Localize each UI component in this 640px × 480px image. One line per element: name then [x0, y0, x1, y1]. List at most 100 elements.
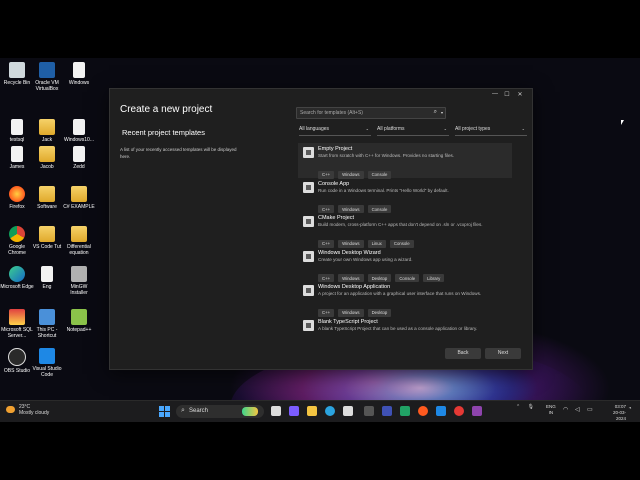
template-windows-desktop-wizard[interactable]: Windows Desktop Wizard Create your own W…	[298, 247, 512, 282]
project-type-filter[interactable]: All project types ⌄	[455, 126, 527, 136]
folder-icon	[71, 226, 87, 242]
spreadsheet-icon[interactable]	[400, 406, 410, 416]
next-button[interactable]: Next	[485, 348, 521, 359]
template-console-app[interactable]: Console App Run code in a Windows termin…	[298, 178, 512, 213]
cpp-project-icon	[303, 147, 314, 158]
desktop-wizard-icon	[303, 250, 314, 262]
typescript-icon	[303, 319, 314, 331]
task-view-icon[interactable]	[271, 406, 281, 416]
recent-templates-heading: Recent project templates	[122, 128, 205, 137]
chevron-down-icon: ⌄	[521, 126, 525, 131]
template-cmake-project[interactable]: CMake Project Build modern, cross-platfo…	[298, 212, 512, 248]
create-project-dialog: — ☐ ✕ Create a new project Recent projec…	[109, 88, 533, 370]
desktop-icon-recycle-bin[interactable]: Recycle Bin	[0, 62, 34, 86]
computer-icon	[39, 309, 55, 325]
visual-studio-icon[interactable]	[472, 406, 482, 416]
desktop-icon-windows10[interactable]: Windows10...	[62, 119, 96, 143]
volume-icon[interactable]: ◁	[575, 406, 580, 413]
vscode-icon	[39, 348, 55, 364]
desktop-icon-differential-equation[interactable]: Differential equation	[62, 226, 96, 256]
folder-icon	[39, 119, 55, 135]
sql-server-icon	[9, 309, 25, 325]
desktop-icon-virtualbox[interactable]: Oracle VM VirtualBox	[30, 62, 64, 92]
battery-icon[interactable]: ▭	[587, 406, 593, 413]
vscode-icon[interactable]	[436, 406, 446, 416]
desktop-icon-edge[interactable]: Microsoft Edge	[0, 266, 34, 290]
mouse-cursor	[621, 120, 624, 125]
console-app-icon	[303, 181, 314, 193]
search-icon[interactable]: ⌕	[434, 109, 437, 116]
desktop-icon-vscode-tut[interactable]: VS Code Tut	[30, 226, 64, 250]
template-blank-typescript-project[interactable]: Blank TypeScript Project A blank TypeScr…	[298, 316, 512, 338]
desktop-icon-windows[interactable]: Windows	[62, 62, 96, 86]
edge-icon[interactable]	[325, 406, 335, 416]
clock[interactable]: 03:07 20-03-2024	[604, 404, 626, 422]
installer-icon	[71, 266, 87, 282]
desktop-icon-chrome[interactable]: Google Chrome	[0, 226, 34, 256]
desktop-icon-sql-server[interactable]: Microsoft SQL Server...	[0, 309, 34, 339]
desktop-icon-notepadpp[interactable]: Notepad++	[62, 309, 96, 333]
desktop-icon-eng[interactable]: Eng	[30, 266, 64, 290]
chrome-icon[interactable]	[454, 406, 464, 416]
app-icon[interactable]	[364, 406, 374, 416]
folder-icon	[39, 186, 55, 202]
cloud-icon	[6, 406, 15, 413]
search-highlight-icon	[242, 407, 258, 416]
recycle-bin-icon	[9, 62, 25, 78]
back-button[interactable]: Back	[445, 348, 481, 359]
desktop-icon-zedd[interactable]: Zedd	[62, 146, 96, 170]
chrome-icon	[9, 226, 25, 242]
chevron-down-icon[interactable]: ▾	[441, 110, 443, 115]
chevron-down-icon: ⌄	[365, 126, 369, 131]
template-empty-project[interactable]: Empty Project Start from scratch with C+…	[298, 143, 512, 179]
notification-icon[interactable]: ◔	[628, 406, 632, 412]
firefox-icon	[9, 186, 25, 202]
obs-icon	[8, 348, 26, 366]
microphone-icon[interactable]: 🎙	[528, 404, 534, 410]
notepadpp-icon	[71, 309, 87, 325]
language-indicator[interactable]: ENG IN	[546, 404, 556, 416]
platform-filter[interactable]: All platforms ⌄	[377, 126, 449, 136]
template-windows-desktop-application[interactable]: Windows Desktop Application A project fo…	[298, 281, 512, 317]
folder-icon	[71, 186, 87, 202]
wifi-icon[interactable]: ◠	[563, 406, 568, 413]
start-button[interactable]	[159, 406, 170, 417]
search-icon: ⌕	[181, 407, 185, 414]
desktop-icon-vscode[interactable]: Visual Studio Code	[30, 348, 64, 378]
desktop-icon-mingw[interactable]: MinGW Installer	[62, 266, 96, 296]
file-icon	[41, 266, 53, 282]
taskbar: 23°C Mostly cloudy ⌕ Search ⌃ 🎙 ENG IN ◠ ◁…	[0, 400, 640, 422]
search-placeholder: Search for templates (Alt+S)	[300, 110, 363, 116]
teams-chat-icon[interactable]	[289, 406, 299, 416]
desktop-icon-firefox[interactable]: Firefox	[0, 186, 34, 210]
template-list: Empty Project Start from scratch with C+…	[298, 143, 512, 338]
folder-icon	[39, 226, 55, 242]
language-filter[interactable]: All languages ⌄	[299, 126, 371, 136]
settings-icon[interactable]	[382, 406, 392, 416]
minimize-button[interactable]: —	[490, 91, 500, 97]
virtualbox-icon	[39, 62, 55, 78]
desktop-icon-jacob[interactable]: Jacob	[30, 146, 64, 170]
desktop-icon-this-pc[interactable]: This PC - Shortcut	[30, 309, 64, 339]
cmake-icon	[303, 216, 314, 227]
taskbar-search[interactable]: ⌕ Search	[176, 405, 264, 418]
store-icon[interactable]	[343, 406, 353, 416]
chevron-up-icon[interactable]: ⌃	[516, 404, 520, 410]
edge-icon	[9, 266, 25, 282]
desktop-icon-testsql[interactable]: testsql	[0, 119, 34, 143]
system-tray[interactable]: ⌃ 🎙	[516, 404, 534, 410]
desktop-icon-james[interactable]: James	[0, 146, 34, 170]
file-icon	[73, 119, 85, 135]
file-explorer-icon[interactable]	[307, 406, 317, 416]
recent-templates-text: A list of your recently accessed templat…	[120, 147, 237, 159]
file-icon	[11, 146, 23, 162]
desktop-icon-csharp-example[interactable]: C# EXAMPLE	[62, 186, 96, 210]
desktop-icon-obs[interactable]: OBS Studio	[0, 348, 34, 374]
close-button[interactable]: ✕	[515, 91, 525, 98]
maximize-button[interactable]: ☐	[502, 91, 512, 98]
firefox-icon[interactable]	[418, 406, 428, 416]
template-search-input[interactable]: Search for templates (Alt+S) ⌕ ▾	[296, 107, 446, 119]
desktop-icon-jack[interactable]: Jack	[30, 119, 64, 143]
desktop-icon-software[interactable]: Software	[30, 186, 64, 210]
file-icon	[73, 146, 85, 162]
